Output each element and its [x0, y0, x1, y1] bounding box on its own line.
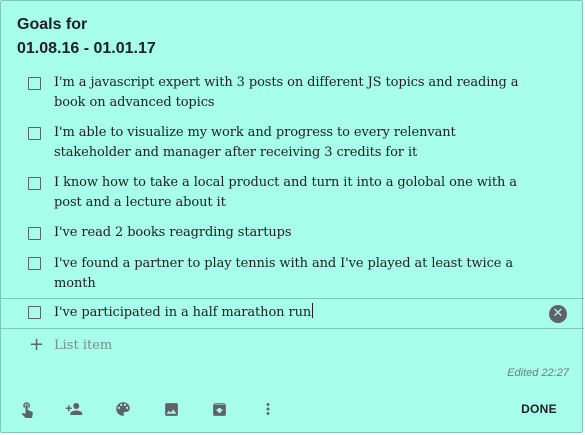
note-title-line1: Goals for [17, 16, 88, 33]
note-title[interactable]: Goals for 01.08.16 - 01.01.17 [17, 13, 156, 61]
list-item-text[interactable]: I've found a partner to play tennis with… [54, 254, 534, 294]
text-cursor [312, 303, 314, 318]
add-list-item[interactable]: List item [54, 336, 112, 356]
list-item-text[interactable]: I've participated in a half marathon run [54, 303, 534, 323]
checkbox[interactable] [28, 127, 41, 140]
list-item-text[interactable]: I'm able to visualize my work and progre… [54, 123, 534, 163]
palette-icon[interactable] [113, 399, 133, 419]
delete-item-icon[interactable]: ✕ [549, 305, 567, 323]
reminder-icon[interactable] [17, 399, 37, 419]
plus-icon[interactable]: + [29, 335, 44, 355]
checkbox[interactable] [28, 177, 41, 190]
note-title-line2: 01.08.16 - 01.01.17 [17, 40, 156, 57]
checkbox[interactable] [28, 306, 41, 319]
image-icon[interactable] [161, 399, 181, 419]
list-item-text[interactable]: I've read 2 books reagrding startups [54, 223, 534, 243]
list-item-text[interactable]: I'm a javascript expert with 3 posts on … [54, 73, 534, 113]
note-card: Goals for 01.08.16 - 01.01.17 I'm a java… [0, 0, 584, 433]
edited-timestamp: Edited 22:27 [507, 367, 569, 379]
checkbox[interactable] [28, 227, 41, 240]
list-item-text[interactable]: I know how to take a local product and t… [54, 173, 534, 213]
checkbox[interactable] [28, 257, 41, 270]
done-button[interactable]: DONE [511, 399, 567, 419]
collaborator-icon[interactable] [64, 399, 84, 419]
more-icon[interactable] [258, 399, 278, 419]
list-item-value: I've participated in a half marathon run [54, 305, 312, 320]
checkbox[interactable] [28, 77, 41, 90]
archive-icon[interactable] [209, 399, 229, 419]
